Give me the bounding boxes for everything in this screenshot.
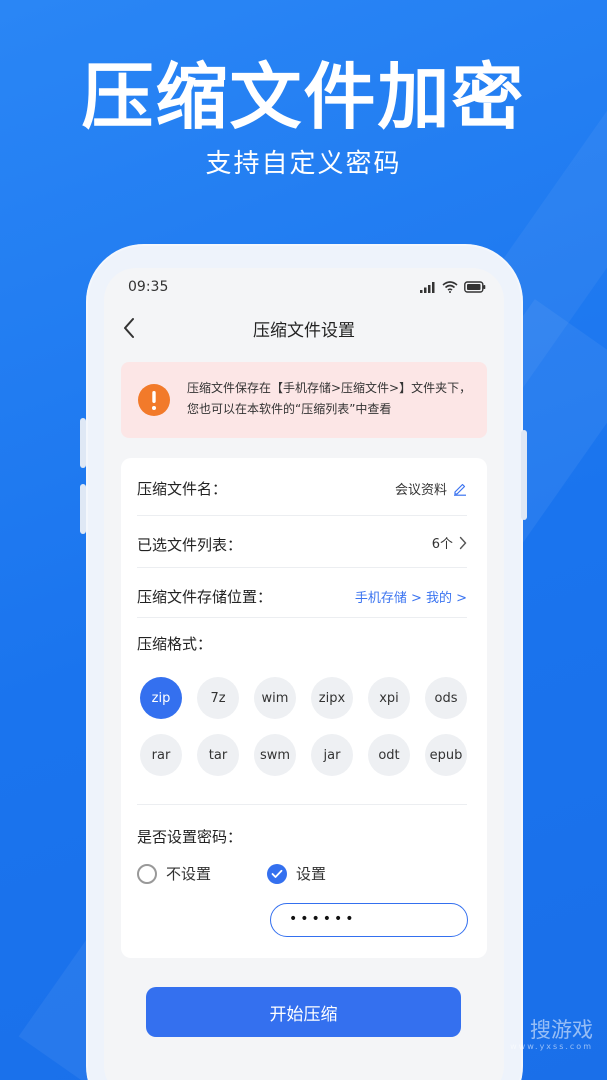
format-options: zip 7z wim zipx xpi ods rar tar swm jar …	[140, 677, 470, 776]
password-label: 是否设置密码：	[137, 828, 243, 846]
notice-text: 压缩文件保存在【手机存储>压缩文件>】文件夹下， 您也可以在本软件的“压缩列表”…	[187, 378, 479, 420]
phone-volume-up	[80, 418, 86, 468]
format-option-epub[interactable]: epub	[425, 734, 467, 776]
selected-files-label: 已选文件列表：	[137, 536, 243, 554]
format-option-jar[interactable]: jar	[311, 734, 353, 776]
file-name-label: 压缩文件名：	[137, 480, 228, 498]
storage-location-row[interactable]: 压缩文件存储位置： 手机存储 > 我的 >	[137, 568, 467, 618]
phone-power-button	[521, 430, 527, 520]
settings-card: 压缩文件名： 会议资料 已选文件列表： 6个 压缩文件存储位置： 手机存储 > …	[121, 458, 487, 958]
promo-subline: 支持自定义密码	[205, 149, 402, 179]
format-option-tar[interactable]: tar	[197, 734, 239, 776]
status-time: 09:35	[128, 279, 169, 295]
format-option-7z[interactable]: 7z	[197, 677, 239, 719]
password-option-on[interactable]: 设置	[267, 863, 326, 884]
format-option-ods[interactable]: ods	[425, 677, 467, 719]
edit-icon[interactable]	[453, 482, 467, 496]
status-bar: 09:35	[104, 268, 504, 308]
password-option-on-label: 设置	[296, 865, 327, 883]
selected-files-row[interactable]: 已选文件列表： 6个	[137, 516, 467, 568]
password-option-off-label: 不设置	[166, 865, 212, 883]
battery-icon	[464, 281, 486, 293]
phone-volume-down	[80, 484, 86, 534]
wifi-icon	[442, 281, 458, 293]
format-option-swm[interactable]: swm	[254, 734, 296, 776]
file-name-row[interactable]: 压缩文件名： 会议资料	[137, 460, 467, 516]
notice-line: 压缩文件保存在【手机存储>压缩文件>】文件夹下，	[187, 381, 472, 395]
storage-location-value[interactable]: 手机存储 > 我的 >	[355, 587, 467, 606]
phone-screen: 09:35 压缩文件设置 压缩文件保存在【手机存储>压缩文件>】文件夹下， 您也…	[104, 268, 504, 1080]
radio-unchecked-icon[interactable]	[137, 863, 157, 884]
chevron-right-icon	[459, 536, 467, 549]
notice-line: 您也可以在本软件的“压缩列表”中查看	[187, 402, 392, 416]
start-compress-button[interactable]: 开始压缩	[146, 987, 461, 1037]
watermark-text: 搜游戏	[530, 1018, 593, 1042]
password-input[interactable]: ••••••	[270, 903, 468, 937]
format-option-rar[interactable]: rar	[140, 734, 182, 776]
password-option-off[interactable]: 不设置	[137, 863, 211, 884]
page-title: 压缩文件设置	[253, 321, 355, 341]
format-label: 压缩格式：	[137, 635, 213, 653]
format-option-xpi[interactable]: xpi	[368, 677, 410, 719]
format-option-zip[interactable]: zip	[140, 677, 182, 719]
selected-files-count: 6个	[431, 537, 453, 552]
format-option-odt[interactable]: odt	[368, 734, 410, 776]
watermark: 搜游戏 www.yxss.com	[510, 1018, 593, 1052]
file-name-value: 会议资料	[394, 483, 447, 498]
watermark-url: www.yxss.com	[510, 1042, 593, 1051]
storage-location-label: 压缩文件存储位置：	[137, 588, 273, 606]
nav-bar: 压缩文件设置	[104, 308, 504, 348]
radio-checked-icon[interactable]	[267, 863, 287, 884]
warning-icon	[138, 384, 170, 416]
signal-icon	[420, 282, 435, 293]
notice-banner: 压缩文件保存在【手机存储>压缩文件>】文件夹下， 您也可以在本软件的“压缩列表”…	[121, 362, 487, 438]
format-option-zipx[interactable]: zipx	[311, 677, 353, 719]
format-option-wim[interactable]: wim	[254, 677, 296, 719]
promo-headline: 压缩文件加密	[81, 55, 526, 139]
divider	[137, 804, 467, 805]
